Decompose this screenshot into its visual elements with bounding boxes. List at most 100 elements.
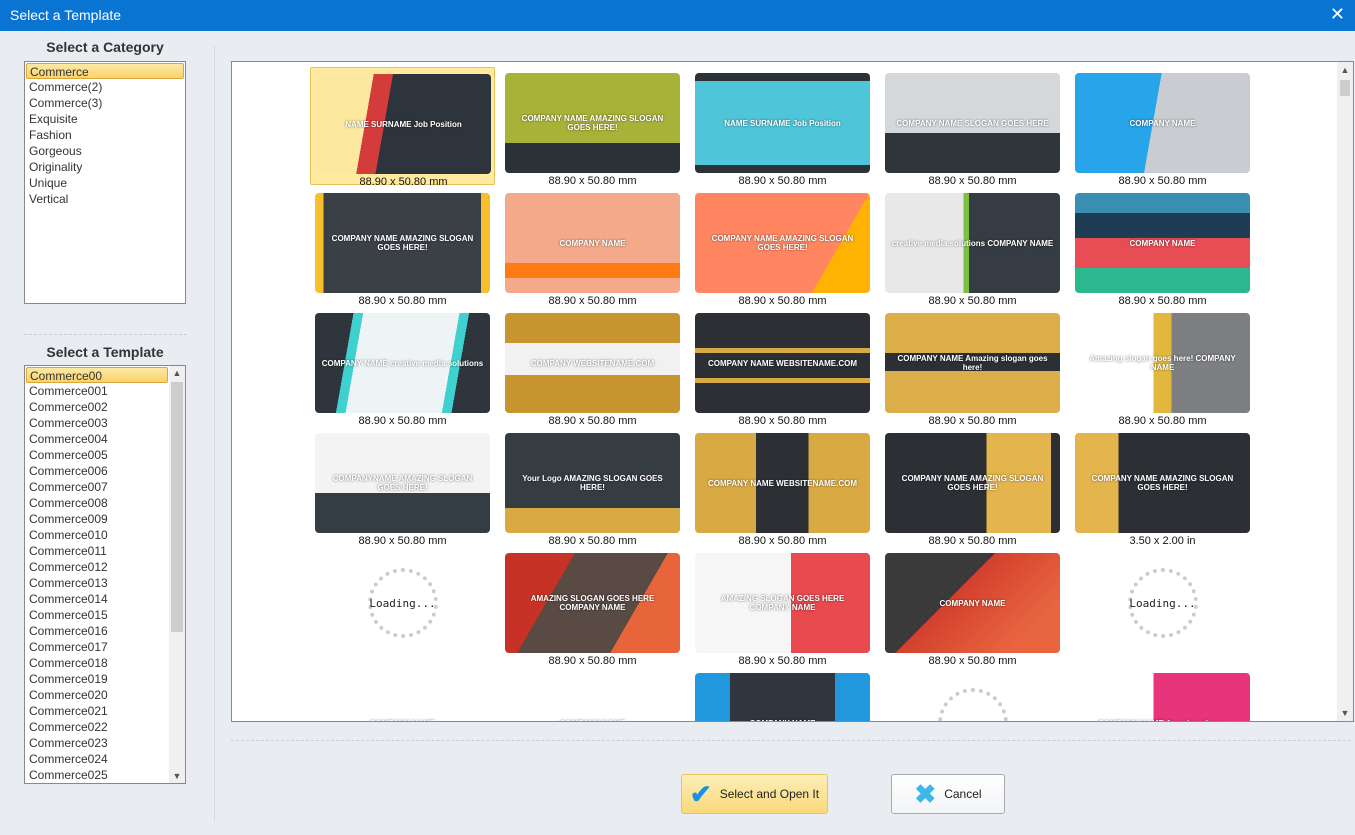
template-item[interactable]: Commerce008 <box>26 495 168 511</box>
template-item[interactable]: Commerce006 <box>26 463 168 479</box>
card-thumbnail: COMPANY NAME creative media solutions <box>315 313 490 413</box>
card-size-label: 88.90 x 50.80 mm <box>548 175 637 187</box>
template-card[interactable]: NAME SURNAME Job Position 88.90 x 50.80 m… <box>310 67 495 188</box>
template-card[interactable]: COMPANY NAME WEBSITENAME.COM 88.90 x 50.8… <box>690 307 875 427</box>
category-item[interactable]: Vertical <box>26 191 184 207</box>
card-thumbnail: COMPANY NAME <box>695 673 870 721</box>
template-card[interactable]: COMPANY NAME <box>500 667 685 721</box>
scrollbar-thumb[interactable] <box>171 382 183 632</box>
card-size-label: 88.90 x 50.80 mm <box>548 535 637 547</box>
card-size-label: 88.90 x 50.80 mm <box>548 295 637 307</box>
template-item[interactable]: Commerce003 <box>26 415 168 431</box>
template-item[interactable]: Commerce013 <box>26 575 168 591</box>
select-and-open-button[interactable]: ✔ Select and Open It <box>681 774 828 814</box>
template-item[interactable]: Commerce009 <box>26 511 168 527</box>
template-item[interactable]: Commerce016 <box>26 623 168 639</box>
template-item[interactable]: Commerce002 <box>26 399 168 415</box>
template-item[interactable]: Commerce022 <box>26 719 168 735</box>
template-card[interactable]: COMPANY WEBSITENAME.COM 88.90 x 50.80 mm <box>500 307 685 427</box>
checkmark-icon: ✔ <box>689 778 712 809</box>
card-size-label: 88.90 x 50.80 mm <box>738 415 827 427</box>
card-text: creative media solutions COMPANY NAME <box>891 238 1054 248</box>
card-size-label: 88.90 x 50.80 mm <box>358 295 447 307</box>
category-item[interactable]: Commerce(3) <box>26 95 184 111</box>
template-card[interactable]: creative media solutions COMPANY NAME 88.… <box>880 187 1065 307</box>
template-item[interactable]: Commerce007 <box>26 479 168 495</box>
template-item[interactable]: Commerce010 <box>26 527 168 543</box>
template-item[interactable]: Commerce012 <box>26 559 168 575</box>
template-item[interactable]: Commerce025 <box>26 767 168 783</box>
template-card[interactable]: COMPANY NAME AMAZING SLOGAN GOES HERE! 88… <box>310 187 495 307</box>
card-thumbnail: COMPANY NAME AMAZING SLOGAN GOES HERE! <box>315 193 490 293</box>
loading-spinner: Loading... <box>1075 553 1250 653</box>
gallery-scrollbar[interactable]: ▲ ▼ <box>1337 62 1353 721</box>
template-card[interactable]: Amazing slogan goes here! COMPANY NAME 88… <box>1070 307 1255 427</box>
template-item[interactable]: Commerce001 <box>26 383 168 399</box>
template-card[interactable]: COMPANY NAME WEBSITENAME.COM 88.90 x 50.8… <box>690 427 875 547</box>
template-card[interactable] <box>880 667 1065 721</box>
template-card[interactable]: COMPANY NAME 88.90 x 50.80 mm <box>500 187 685 307</box>
template-item[interactable]: Commerce014 <box>26 591 168 607</box>
card-text: AMAZING SLOGAN GOES HERE COMPANY NAME <box>720 594 845 612</box>
category-item[interactable]: Gorgeous <box>26 143 184 159</box>
template-item[interactable]: Commerce019 <box>26 671 168 687</box>
category-item[interactable]: Exquisite <box>26 111 184 127</box>
template-list[interactable]: ▲ ▼ Commerce00 Commerce001 Commerce002 Comm… <box>24 365 186 784</box>
template-card[interactable]: COMPANY NAME AMAZING SLOGAN GOES HERE! 88… <box>690 187 875 307</box>
template-item[interactable]: Commerce004 <box>26 431 168 447</box>
template-card[interactable]: COMPANY NAME SLOGAN GOES HERE 88.90 x 50.… <box>880 67 1065 187</box>
card-text: COMPANY NAME Amazing slogan <box>1098 719 1227 722</box>
template-item[interactable]: Commerce005 <box>26 447 168 463</box>
template-item[interactable]: Commerce021 <box>26 703 168 719</box>
template-item[interactable]: Commerce015 <box>26 607 168 623</box>
template-card[interactable]: COMPANY NAME Amazing slogan goes here! 88… <box>880 307 1065 427</box>
category-item[interactable]: Fashion <box>26 127 184 143</box>
card-thumbnail: COMPANY NAME <box>1075 73 1250 173</box>
template-card[interactable]: COMPANY NAME AMAZING SLOGAN GOES HERE! 88… <box>500 67 685 187</box>
category-list[interactable]: Commerce Commerce(2) Commerce(3) Exquisite F… <box>24 61 186 304</box>
template-card[interactable]: AMAZING SLOGAN GOES HERE COMPANY NAME 88.… <box>690 547 875 667</box>
template-item[interactable]: Commerce017 <box>26 639 168 655</box>
card-text: AMAZING SLOGAN GOES HERE COMPANY NAME <box>530 594 655 612</box>
template-card[interactable]: COMPANYNAME AMAZING SLOGAN GOES HERE! 88.… <box>310 427 495 547</box>
template-card[interactable]: COMPANY NAME 88.90 x 50.80 mm <box>880 547 1065 667</box>
template-card[interactable]: NAME SURNAME Job Position 88.90 x 50.80 m… <box>690 67 875 187</box>
template-card[interactable]: COMPANY NAME AMAZING SLOGAN GOES HERE! 3.… <box>1070 427 1255 547</box>
template-card[interactable]: COMPANY NAME Amazing slogan <box>1070 667 1255 722</box>
template-item[interactable]: Commerce023 <box>26 735 168 751</box>
scrollbar-thumb[interactable] <box>1340 80 1350 96</box>
card-thumbnail: COMPANY NAME <box>885 553 1060 653</box>
template-item[interactable]: Commerce018 <box>26 655 168 671</box>
cancel-button[interactable]: ✖ Cancel <box>891 774 1005 814</box>
template-item[interactable]: Commerce00 <box>26 367 168 383</box>
template-card[interactable]: COMPANY NAME 88.90 x 50.80 mm <box>1070 187 1255 307</box>
template-card[interactable]: COMPANY NAME <box>310 667 495 721</box>
template-card[interactable]: AMAZING SLOGAN GOES HERE COMPANY NAME 88.… <box>500 547 685 667</box>
template-card[interactable]: Your Logo AMAZING SLOGAN GOES HERE! 88.90… <box>500 427 685 547</box>
card-thumbnail: COMPANY WEBSITENAME.COM <box>505 313 680 413</box>
loading-spinner: Loading... <box>315 553 490 653</box>
template-card[interactable]: COMPANY NAME AMAZING SLOGAN GOES HERE! 88… <box>880 427 1065 547</box>
close-icon[interactable]: ✕ <box>1330 4 1345 25</box>
template-card[interactable]: COMPANY NAME 88.90 x 50.80 mm <box>1070 67 1255 187</box>
card-size-label: 88.90 x 50.80 mm <box>548 415 637 427</box>
category-item[interactable]: Commerce <box>26 63 184 79</box>
card-thumbnail: COMPANY NAME AMAZING SLOGAN GOES HERE! <box>695 193 870 293</box>
category-item[interactable]: Unique <box>26 175 184 191</box>
card-text: COMPANY NAME AMAZING SLOGAN GOES HERE! <box>521 114 664 132</box>
template-card[interactable]: Loading... <box>1070 547 1255 665</box>
template-card[interactable]: Loading... <box>310 547 495 665</box>
template-list-scrollbar[interactable]: ▲ ▼ <box>169 366 185 783</box>
template-gallery[interactable]: COMPANY NAME Amazing sloganCOMPANY NAMEC… <box>231 61 1354 722</box>
category-item[interactable]: Commerce(2) <box>26 79 184 95</box>
template-card[interactable]: COMPANY NAME creative media solutions 88.… <box>310 307 495 427</box>
template-item[interactable]: Commerce011 <box>26 543 168 559</box>
window-title: Select a Template <box>10 7 122 23</box>
template-item[interactable]: Commerce024 <box>26 751 168 767</box>
template-card[interactable]: COMPANY NAME <box>690 667 875 721</box>
card-size-label: 88.90 x 50.80 mm <box>738 175 827 187</box>
category-item[interactable]: Originality <box>26 159 184 175</box>
card-thumbnail: COMPANY NAME <box>505 193 680 293</box>
template-item[interactable]: Commerce020 <box>26 687 168 703</box>
card-size-label: 88.90 x 50.80 mm <box>1118 295 1207 307</box>
